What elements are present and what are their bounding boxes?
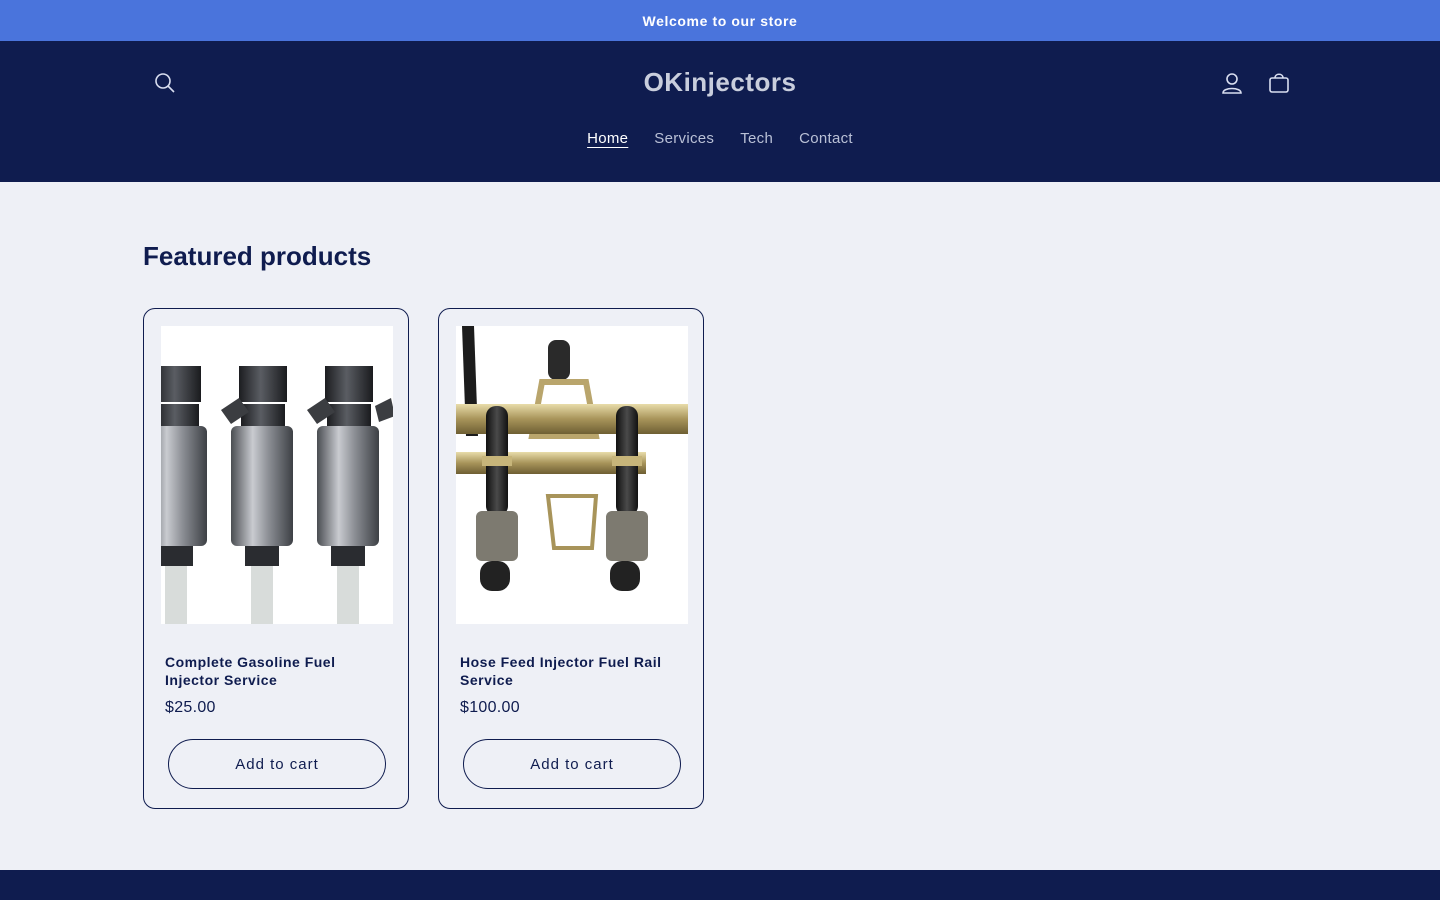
site-header: OKinjectors Home Services Tech Contact <box>0 41 1440 182</box>
featured-products-heading: Featured products <box>143 241 372 271</box>
nav-link-home[interactable]: Home <box>574 130 641 147</box>
site-footer <box>0 870 1440 900</box>
nav-link-contact[interactable]: Contact <box>786 130 866 147</box>
fuel-rail-photo <box>456 326 688 624</box>
add-to-cart-button[interactable]: Add to cart <box>168 739 386 789</box>
nav-link-services[interactable]: Services <box>641 130 727 147</box>
product-image[interactable] <box>161 326 393 624</box>
nav-link-tech[interactable]: Tech <box>727 130 786 147</box>
product-title[interactable]: Complete Gasoline Fuel Injector Service <box>165 653 390 689</box>
product-price: $100.00 <box>460 699 520 716</box>
add-to-cart-button[interactable]: Add to cart <box>463 739 681 789</box>
account-button[interactable] <box>1214 65 1250 101</box>
user-icon <box>1222 73 1242 94</box>
bag-icon <box>1269 73 1289 93</box>
product-card[interactable]: Hose Feed Injector Fuel Rail Service $10… <box>438 308 704 809</box>
main-content: Featured products Complete Gasoline Fuel… <box>0 182 1440 870</box>
announcement-text: Welcome to our store <box>642 12 798 29</box>
cart-button[interactable] <box>1261 65 1297 101</box>
main-nav: Home Services Tech Contact <box>0 130 1440 147</box>
announcement-bar: Welcome to our store <box>0 0 1440 41</box>
product-image[interactable] <box>456 326 688 624</box>
product-card[interactable]: Complete Gasoline Fuel Injector Service … <box>143 308 409 809</box>
fuel-injectors-photo <box>161 326 393 624</box>
product-title[interactable]: Hose Feed Injector Fuel Rail Service <box>460 653 685 689</box>
product-price: $25.00 <box>165 699 216 716</box>
